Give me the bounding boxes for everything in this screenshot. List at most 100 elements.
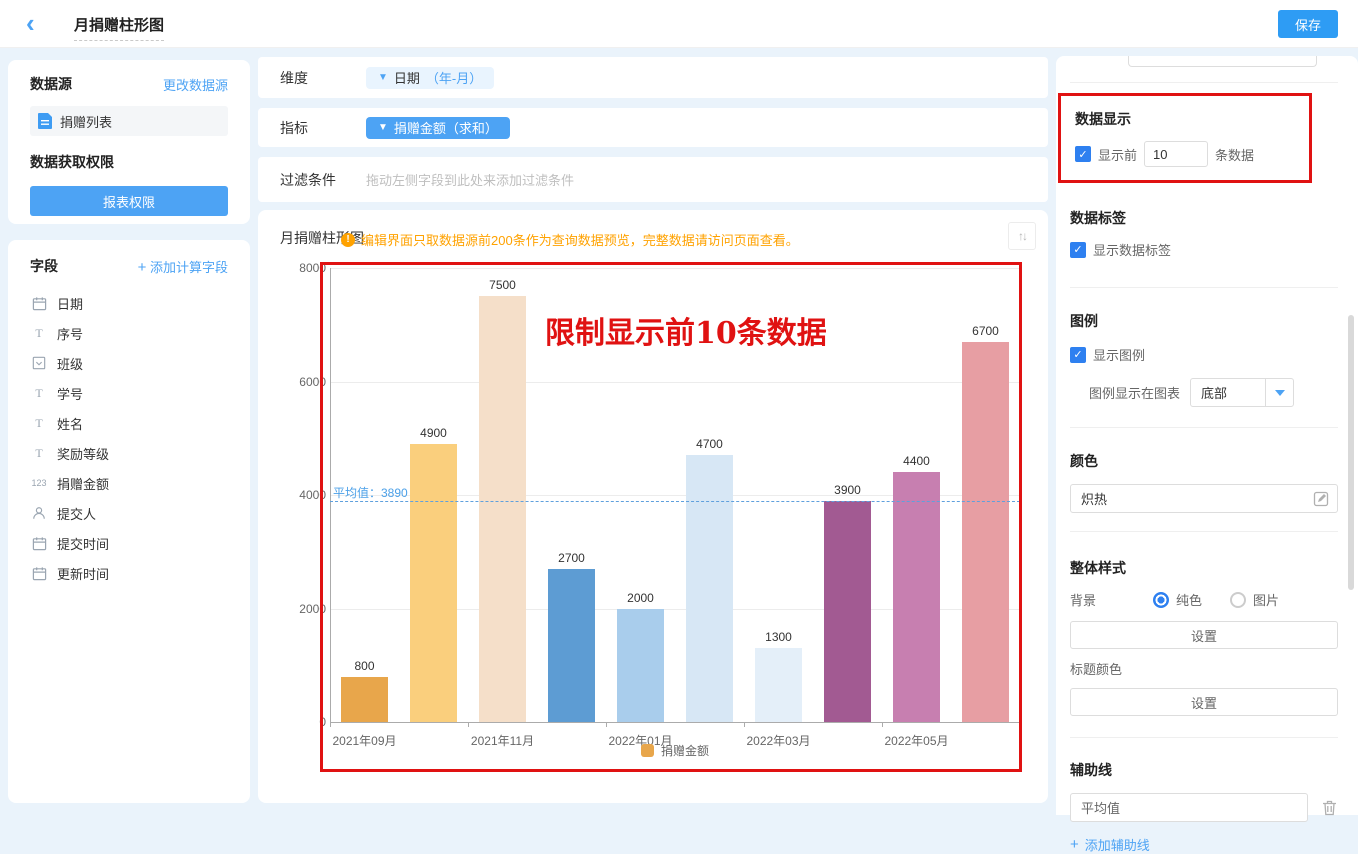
title-color-label: 标题颜色 <box>1070 659 1358 678</box>
dimension-tag[interactable]: ▼ 日期（年-月） <box>366 67 494 89</box>
bar[interactable] <box>824 501 871 722</box>
top-count-input[interactable] <box>1144 141 1208 167</box>
chart-legend[interactable]: 捐赠金额 <box>330 742 1020 759</box>
bar[interactable] <box>893 472 940 722</box>
bg-solid-radio[interactable] <box>1153 592 1169 608</box>
save-button[interactable]: 保存 <box>1278 10 1338 38</box>
dimension-label: 维度 <box>258 68 366 88</box>
field-item[interactable]: 提交人 <box>20 498 238 528</box>
y-axis-tick-label: 4000 <box>286 488 326 502</box>
calendar-icon <box>30 566 48 581</box>
divider <box>1070 737 1338 738</box>
x-axis-tick <box>1020 722 1021 727</box>
field-item[interactable]: 提交时间 <box>20 528 238 558</box>
filter-label: 过滤条件 <box>258 170 366 190</box>
field-item[interactable]: 班级 <box>20 348 238 378</box>
number-icon: 123 <box>30 478 48 488</box>
add-calc-field-link[interactable]: + 添加计算字段 <box>138 257 228 276</box>
show-legend-label: 显示图例 <box>1093 345 1145 364</box>
bar-value-label: 800 <box>330 659 399 673</box>
field-item[interactable]: 更新时间 <box>20 558 238 588</box>
trash-icon[interactable] <box>1322 800 1337 816</box>
metric-label: 指标 <box>258 118 366 138</box>
divider <box>1070 287 1338 288</box>
bar[interactable] <box>962 342 1009 722</box>
gridline <box>330 268 1020 269</box>
field-item[interactable]: 日期 <box>20 288 238 318</box>
title-color-set-button[interactable]: 设置 <box>1070 688 1338 716</box>
text-icon: T <box>30 326 48 341</box>
datasource-item[interactable]: 捐赠列表 <box>30 106 228 136</box>
field-label: 学号 <box>57 384 83 403</box>
edit-icon[interactable] <box>1313 491 1329 507</box>
x-axis-tick <box>468 722 469 727</box>
bar[interactable] <box>548 569 595 722</box>
field-label: 提交人 <box>57 504 96 523</box>
field-label: 班级 <box>57 354 83 373</box>
average-line-label: 平均值：3890 <box>333 484 408 501</box>
field-label: 更新时间 <box>57 564 109 583</box>
show-top-checkbox[interactable]: ✓ <box>1075 146 1091 162</box>
bar[interactable] <box>686 455 733 722</box>
show-legend-checkbox[interactable]: ✓ <box>1070 347 1086 363</box>
color-scheme-value: 炽热 <box>1071 489 1313 508</box>
aux-line-input[interactable] <box>1070 793 1308 822</box>
x-axis-line <box>330 722 1020 723</box>
datasource-card: 数据源 更改数据源 捐赠列表 数据获取权限 报表权限 <box>8 60 250 224</box>
fields-title: 字段 <box>30 256 58 276</box>
page-title: 月捐赠柱形图 <box>74 14 164 41</box>
caret-down-icon: ▼ <box>378 72 388 83</box>
bar-value-label: 2700 <box>537 551 606 565</box>
field-item[interactable]: T学号 <box>20 378 238 408</box>
x-axis-tick <box>330 722 331 727</box>
bar-value-label: 4400 <box>882 454 951 468</box>
settings-panel: 数据显示 ✓ 显示前 条数据 数据标签 ✓ 显示数据标签 图例 ✓ 显示图例 图… <box>1056 56 1358 815</box>
bar-value-label: 3900 <box>813 483 882 497</box>
legend-label: 捐赠金额 <box>661 742 709 759</box>
legend-position-value: 底部 <box>1191 383 1265 402</box>
divider <box>1070 531 1338 532</box>
legend-section-title: 图例 <box>1070 311 1358 331</box>
field-item[interactable]: T序号 <box>20 318 238 348</box>
field-label: 姓名 <box>57 414 83 433</box>
aux-line-title: 辅助线 <box>1070 760 1358 780</box>
bar-value-label: 4700 <box>675 437 744 451</box>
divider <box>1070 427 1338 428</box>
report-permission-button[interactable]: 报表权限 <box>30 186 228 216</box>
bar[interactable] <box>479 296 526 722</box>
panel-scrollbar[interactable] <box>1348 315 1354 590</box>
x-axis-tick <box>744 722 745 727</box>
legend-position-select[interactable]: 底部 <box>1190 378 1294 407</box>
permission-title: 数据获取权限 <box>30 152 228 172</box>
show-top-label: 显示前 <box>1098 145 1137 164</box>
highlight-rect-data-display: 数据显示 ✓ 显示前 条数据 <box>1058 93 1312 183</box>
add-aux-line-link[interactable]: + 添加辅助线 <box>1070 835 1358 854</box>
bg-set-button[interactable]: 设置 <box>1070 621 1338 649</box>
gridline <box>330 382 1020 383</box>
color-scheme-field[interactable]: 炽热 <box>1070 484 1338 513</box>
clipped-input[interactable] <box>1128 56 1317 67</box>
field-item[interactable]: 123捐赠金额 <box>20 468 238 498</box>
form-doc-icon <box>38 113 52 129</box>
field-item[interactable]: T奖励等级 <box>20 438 238 468</box>
fields-card: 字段 + 添加计算字段 日期T序号班级T学号T姓名T奖励等级123捐赠金额提交人… <box>8 240 250 803</box>
metric-tag[interactable]: ▼ 捐赠金额（求和） <box>366 117 510 139</box>
change-datasource-link[interactable]: 更改数据源 <box>163 75 228 94</box>
field-item[interactable]: T姓名 <box>20 408 238 438</box>
bar[interactable] <box>341 677 388 722</box>
back-icon[interactable]: ‹ <box>26 8 35 38</box>
filter-row[interactable]: 过滤条件 拖动左侧字段到此处来添加过滤条件 <box>258 157 1048 202</box>
bar-chart: 0200040006000800080049007500270020004700… <box>258 210 1048 803</box>
show-data-label-checkbox[interactable]: ✓ <box>1070 242 1086 258</box>
show-data-label-label: 显示数据标签 <box>1093 240 1171 259</box>
select-icon <box>30 356 48 370</box>
color-section-title: 颜色 <box>1070 451 1358 471</box>
bar[interactable] <box>755 648 802 722</box>
bg-solid-label: 纯色 <box>1176 590 1202 609</box>
bar-value-label: 4900 <box>399 426 468 440</box>
top-bar: ‹ 月捐赠柱形图 保存 <box>0 0 1358 48</box>
bg-image-radio[interactable] <box>1230 592 1246 608</box>
field-label: 提交时间 <box>57 534 109 553</box>
bar[interactable] <box>617 609 664 723</box>
bar[interactable] <box>410 444 457 722</box>
